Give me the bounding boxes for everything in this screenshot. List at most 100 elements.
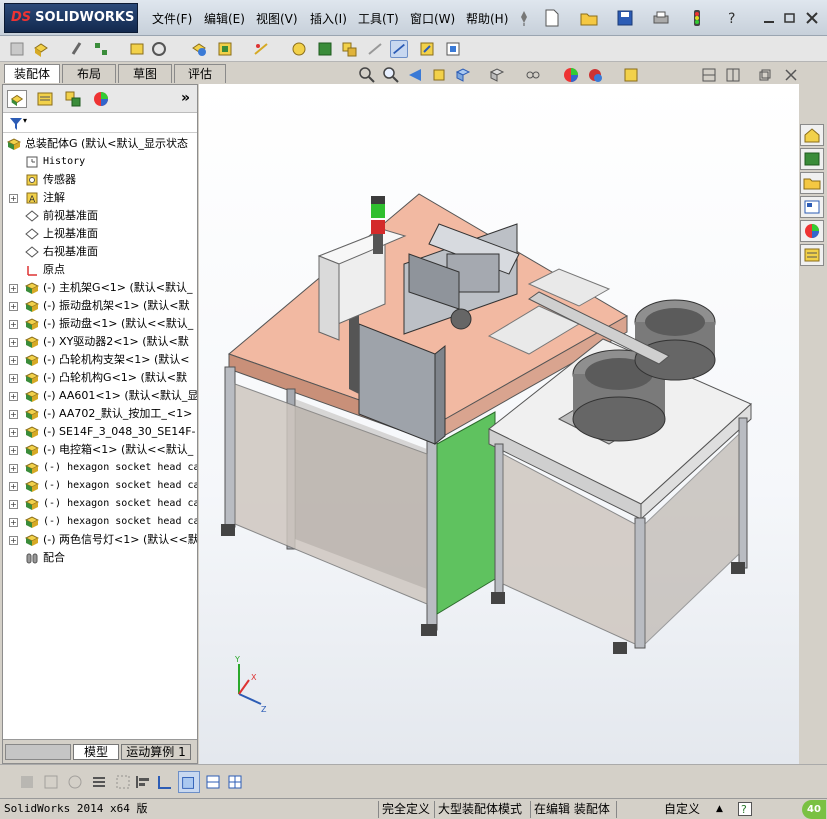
assembly-features-icon[interactable] xyxy=(216,40,234,58)
rebuild-traffic-light-icon[interactable] xyxy=(688,9,706,27)
reference-geometry-icon[interactable] xyxy=(252,40,270,58)
tree-node[interactable]: + (-) AA601<1> (默认<默认_显 xyxy=(3,387,197,405)
tree-node[interactable]: + (-) 两色信号灯<1> (默认<<默 xyxy=(3,531,197,549)
view-settings-icon[interactable] xyxy=(622,66,640,84)
hidden-lines-icon[interactable] xyxy=(42,773,60,791)
expand-toggle[interactable]: + xyxy=(9,536,18,545)
viewport-restore-icon[interactable] xyxy=(758,68,772,82)
menu-help[interactable]: 帮助(H) xyxy=(466,10,508,27)
menu-view[interactable]: 视图(V) xyxy=(256,10,298,27)
show-hidden-icon[interactable] xyxy=(190,40,208,58)
expand-toggle[interactable]: + xyxy=(9,410,18,419)
tree-node[interactable]: 前视基准面 xyxy=(3,207,197,225)
single-view-icon[interactable] xyxy=(204,773,222,791)
save-icon[interactable] xyxy=(616,9,634,27)
four-view-icon[interactable] xyxy=(226,773,244,791)
restore-icon[interactable] xyxy=(781,9,799,27)
close-icon[interactable] xyxy=(803,9,821,27)
view-palette-tab[interactable] xyxy=(800,196,824,218)
design-library-tab[interactable] xyxy=(800,148,824,170)
open-folder-icon[interactable] xyxy=(580,9,598,27)
explode-line-sketch-icon[interactable] xyxy=(366,40,384,58)
tree-node[interactable]: 原点 xyxy=(3,261,197,279)
insert-component-icon[interactable] xyxy=(8,40,26,58)
tree-filter[interactable]: ▾ xyxy=(3,115,197,133)
tree-node[interactable]: 右视基准面 xyxy=(3,243,197,261)
tree-node[interactable]: + (-) SE14F_3_048_30_SE14F- xyxy=(3,423,197,441)
expand-toggle[interactable]: + xyxy=(9,374,18,383)
bill-of-materials-icon[interactable] xyxy=(316,40,334,58)
graphics-area[interactable]: Y Z X xyxy=(199,84,799,764)
expand-toggle[interactable]: + xyxy=(9,446,18,455)
solidworks-logo[interactable]: DS SOLIDWORKS xyxy=(4,3,138,33)
tile-horizontal-icon[interactable] xyxy=(702,68,716,82)
status-custom[interactable]: 自定义 xyxy=(664,801,700,818)
zoom-area-icon[interactable] xyxy=(382,66,400,84)
tree-node[interactable]: + (-) AA702_默认_按加工_<1> xyxy=(3,405,197,423)
help-icon[interactable]: ? xyxy=(738,802,752,816)
menu-window[interactable]: 窗口(W) xyxy=(410,10,455,27)
expand-toggle[interactable]: + xyxy=(9,302,18,311)
tree-node[interactable]: 上视基准面 xyxy=(3,225,197,243)
new-motion-study-icon[interactable] xyxy=(290,40,308,58)
tree-node[interactable]: + (-) 凸轮机构支架<1> (默认< xyxy=(3,351,197,369)
tree-node[interactable]: 传感器 xyxy=(3,171,197,189)
expand-toggle[interactable]: + xyxy=(9,320,18,329)
tree-node[interactable]: + (-) 电控箱<1> (默认<<默认_ xyxy=(3,441,197,459)
appearances-tab[interactable] xyxy=(800,220,824,242)
shaded-icon[interactable] xyxy=(18,773,36,791)
tab-assembly[interactable]: 装配体 xyxy=(4,64,60,83)
panel-more-arrow[interactable]: » xyxy=(181,90,190,106)
expand-toggle[interactable]: + xyxy=(9,392,18,401)
linear-pattern-icon[interactable] xyxy=(92,40,110,58)
expand-toggle[interactable]: + xyxy=(9,464,18,473)
new-part-icon[interactable] xyxy=(32,40,50,58)
tab-layout[interactable]: 布局 xyxy=(62,64,116,83)
tab-motion-study[interactable]: 运动算例 1 xyxy=(121,744,191,760)
notification-badge[interactable]: 40 xyxy=(802,800,826,819)
pin-icon[interactable] xyxy=(515,9,533,27)
tab-sketch[interactable]: 草图 xyxy=(118,64,172,83)
configuration-manager-tab-icon[interactable] xyxy=(63,90,83,108)
expand-toggle[interactable]: + xyxy=(9,338,18,347)
edit-appearance-icon[interactable] xyxy=(562,66,580,84)
file-explorer-tab[interactable] xyxy=(800,172,824,194)
expand-toggle[interactable]: + xyxy=(9,500,18,509)
property-manager-tab-icon[interactable] xyxy=(35,90,55,108)
menu-insert[interactable]: 插入(I) xyxy=(310,10,347,27)
wireframe-icon[interactable] xyxy=(66,773,84,791)
tab-evaluate[interactable]: 评估 xyxy=(174,64,226,83)
horizontal-scrollbar[interactable] xyxy=(5,744,71,760)
expand-toggle[interactable]: + xyxy=(9,194,18,203)
apply-scene-icon[interactable] xyxy=(586,66,604,84)
custom-properties-tab[interactable] xyxy=(800,244,824,266)
expand-toggle[interactable]: + xyxy=(9,518,18,527)
tree-node[interactable]: + (-) hexagon socket head ca xyxy=(3,477,197,495)
smart-fasteners-icon[interactable] xyxy=(128,40,146,58)
axis-icon[interactable] xyxy=(156,773,174,791)
previous-view-icon[interactable] xyxy=(406,66,424,84)
mate-icon[interactable] xyxy=(68,40,86,58)
solidworks-resources-tab[interactable] xyxy=(800,124,824,146)
menu-file[interactable]: 文件(F) xyxy=(152,10,192,27)
hide-show-items-icon[interactable] xyxy=(524,66,542,84)
large-assembly-mode-icon[interactable] xyxy=(418,40,436,58)
menu-tools[interactable]: 工具(T) xyxy=(358,10,399,27)
display-style-icon[interactable] xyxy=(488,66,506,84)
menu-edit[interactable]: 编辑(E) xyxy=(204,10,245,27)
viewport-close-icon[interactable] xyxy=(784,68,798,82)
expand-toggle[interactable]: + xyxy=(9,356,18,365)
feature-tree-tab-icon[interactable] xyxy=(7,90,27,108)
tab-model[interactable]: 模型 xyxy=(73,744,119,760)
tree-node[interactable]: + (-) hexagon socket head ca xyxy=(3,495,197,513)
grid-view-icon[interactable] xyxy=(114,773,132,791)
minimize-icon[interactable] xyxy=(760,9,778,27)
expand-toggle[interactable]: + xyxy=(9,284,18,293)
filter-icon[interactable] xyxy=(9,117,23,131)
display-manager-tab-icon[interactable] xyxy=(91,90,111,108)
tree-node[interactable]: + (-) hexagon socket head ca xyxy=(3,513,197,531)
tree-node[interactable]: + (-) hexagon socket head ca xyxy=(3,459,197,477)
expand-toggle[interactable]: + xyxy=(9,482,18,491)
expand-toggle[interactable]: + xyxy=(9,428,18,437)
tree-node[interactable]: 配合 xyxy=(3,549,197,567)
